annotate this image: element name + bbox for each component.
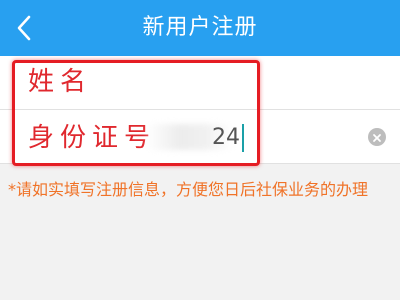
- name-label: 姓名: [28, 67, 93, 97]
- text-cursor: [242, 124, 244, 152]
- clear-circle-icon: [372, 128, 382, 147]
- id-number-label: 身份证号: [28, 123, 157, 153]
- id-number-row[interactable]: 身份证号 24: [0, 110, 400, 164]
- id-number-visible-tail: 24: [212, 125, 240, 150]
- clear-button[interactable]: [368, 128, 386, 146]
- name-row[interactable]: 姓名: [0, 56, 400, 110]
- registration-notice: *请如实填写注册信息，方便您日后社保业务的办理: [8, 180, 369, 199]
- app-header: 新用户注册: [0, 0, 400, 56]
- registration-form: 姓名 身份证号 24: [0, 56, 400, 164]
- page-title: 新用户注册: [142, 15, 258, 40]
